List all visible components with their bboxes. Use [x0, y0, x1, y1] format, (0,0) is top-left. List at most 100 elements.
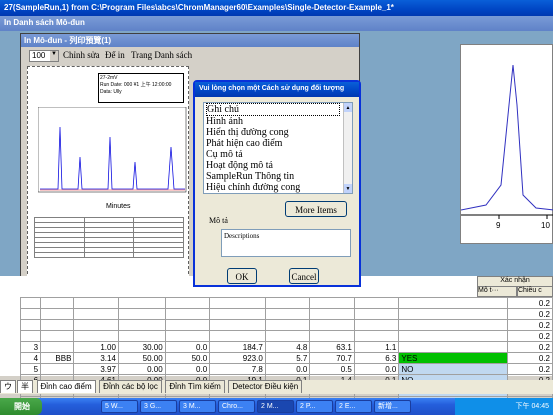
table-cell: NO [398, 363, 509, 375]
ok-button[interactable]: OK [227, 268, 257, 284]
tab-detector[interactable]: Detector Điều kiện [228, 380, 303, 393]
table-cell [353, 330, 400, 342]
table-cell: 0.2 [507, 352, 553, 364]
half-icon[interactable]: 半 [17, 380, 33, 393]
table-row[interactable]: 0.2 [19, 319, 553, 331]
table-cell [309, 319, 355, 331]
object-list[interactable]: Ghi chú Hình ảnh Hiển thị đường cong Phá… [203, 102, 353, 194]
clock: 下午 04:45 [515, 403, 549, 410]
system-tray: 下午 04:45 [455, 398, 553, 415]
table-cell [19, 319, 42, 331]
table-cell: 3.97 [73, 363, 119, 375]
list-item-note[interactable]: Ghi chú [206, 103, 340, 116]
minutes-label: Minutes [106, 203, 131, 210]
table-cell [209, 330, 266, 342]
scroll-down-icon[interactable]: ▼ [344, 184, 352, 193]
table-cell [117, 330, 166, 342]
table-cell [73, 297, 119, 309]
right-chart [460, 64, 553, 219]
table-cell: BBB [40, 352, 75, 364]
zoom-select[interactable]: 100 ▼ [29, 50, 59, 62]
task-btn-4[interactable]: Chro... [218, 400, 255, 413]
table-row[interactable]: 3 1.00 30.00 0.0 184.7 4.8 63.1 1.1 0.2 [19, 341, 553, 353]
tab-peak-filter[interactable]: Đỉnh các bộ lọc [99, 380, 162, 393]
table-cell: 0.2 [507, 308, 553, 320]
table-cell: 0.2 [507, 341, 553, 353]
table-cell [40, 330, 75, 342]
table-row[interactable]: 0.2 [19, 308, 553, 320]
tab-peak[interactable]: Đỉnh cao điểm [36, 380, 96, 393]
table-cell [40, 297, 75, 309]
table-cell [73, 308, 119, 320]
table-cell: 0.2 [507, 319, 553, 331]
table-cell: 1.1 [353, 341, 400, 353]
table-cell: 0.0 [164, 363, 211, 375]
list-scrollbar[interactable]: ▲ ▼ [343, 103, 352, 193]
list-item-tool-desc[interactable]: Cụ mô tả [206, 149, 352, 160]
table-cell [40, 319, 75, 331]
menu-page-list[interactable]: Trang Danh sách [131, 50, 192, 60]
grid-col-header-a[interactable]: Mô t··· [477, 286, 517, 297]
table-cell [117, 297, 166, 309]
app-title: 27(SampleRun,1) from C:\Program Files\ab… [4, 3, 394, 12]
menu-print[interactable]: Để in [105, 50, 125, 60]
table-cell [353, 319, 400, 331]
task-btn-8[interactable]: 新增... [374, 400, 411, 413]
preview-title: In Mô-đun - 列印預覽(1) [24, 36, 112, 45]
table-row[interactable]: 0.2 [19, 330, 553, 342]
table-cell [264, 319, 311, 331]
menu-edit[interactable]: Chỉnh sửa [63, 50, 100, 60]
start-button[interactable]: 開始 [0, 398, 42, 415]
description-label: Mô tả [209, 216, 228, 225]
description-field[interactable]: Descriptions [221, 229, 351, 257]
table-row[interactable]: 4 BBB 3.14 50.00 50.0 923.0 5.7 70.7 6.3 YES 0.2 [19, 352, 553, 364]
task-btn-6[interactable]: 2 P... [296, 400, 333, 413]
grid-col-header-b[interactable]: Chiều c [517, 286, 553, 297]
scroll-up-icon[interactable]: ▲ [344, 103, 352, 112]
table-cell [19, 308, 42, 320]
table-cell: 5 [19, 363, 42, 375]
right-chart-panel: 9 10 [460, 44, 553, 244]
list-item-show-curve[interactable]: Hiển thị đường cong [206, 127, 352, 138]
more-items-button[interactable]: More Items [285, 201, 347, 217]
data-grid: Xác nhận Mô t··· Chiều c 0.2 0.2 0.2 0.2 3 1.… [0, 276, 553, 408]
chevron-down-icon: ▼ [50, 51, 58, 61]
table-cell [309, 297, 355, 309]
table-cell: 7.8 [209, 363, 266, 375]
right-chart-curve [460, 64, 553, 211]
taskbar: 開始 5 W... 3 G... 3 M... Chro... 2 M... 2… [0, 398, 553, 415]
task-btn-1[interactable]: 5 W... [101, 400, 138, 413]
table-cell [264, 308, 311, 320]
chart-trace [40, 126, 185, 190]
table-cell: 0.0 [353, 363, 400, 375]
task-btn-3[interactable]: 3 M... [179, 400, 216, 413]
cancel-button[interactable]: Cancel [289, 268, 319, 284]
list-item-samplerun-info[interactable]: SampleRun Thông tin [206, 171, 352, 182]
tab-peak-search[interactable]: Đỉnh Tìm kiếm [165, 380, 225, 393]
table-cell: 70.7 [309, 352, 355, 364]
list-item-activity-desc[interactable]: Hoạt động mô tả [206, 160, 352, 171]
list-item-image[interactable]: Hình ảnh [206, 116, 352, 127]
header-line-1: 27-2mV [100, 75, 118, 81]
list-item-calibrate-curve[interactable]: Hiệu chỉnh đường cong [206, 182, 352, 193]
table-cell [164, 319, 211, 331]
dialog-title: Vui lòng chọn một Cách sử dụng đối tượng [199, 85, 345, 92]
table-cell [117, 308, 166, 320]
table-cell: 6.3 [353, 352, 400, 364]
table-cell: 63.1 [309, 341, 355, 353]
table-row[interactable]: 0.2 [19, 297, 553, 309]
sort-icon[interactable]: ウ [0, 380, 16, 393]
right-chart-tick-label-9: 9 [496, 221, 501, 230]
task-btn-7[interactable]: 2 E... [335, 400, 372, 413]
table-cell [398, 308, 509, 320]
table-row[interactable]: 5 3.97 0.00 0.0 7.8 0.0 0.5 0.0 NO 0.2 [19, 363, 553, 375]
task-btn-2[interactable]: 3 G... [140, 400, 177, 413]
dialog-titlebar: Vui lòng chọn một Cách sử dụng đối tượng [195, 82, 359, 97]
right-chart-tick-label-10: 10 [541, 221, 550, 230]
grid-group-title: Xác nhận [500, 277, 530, 284]
table-cell: 0.0 [264, 363, 311, 375]
table-cell [398, 297, 509, 309]
task-btn-5[interactable]: 2 M... [257, 400, 294, 413]
list-item-peak-detect[interactable]: Phát hiện cao điểm [206, 138, 352, 149]
table-cell [164, 297, 211, 309]
